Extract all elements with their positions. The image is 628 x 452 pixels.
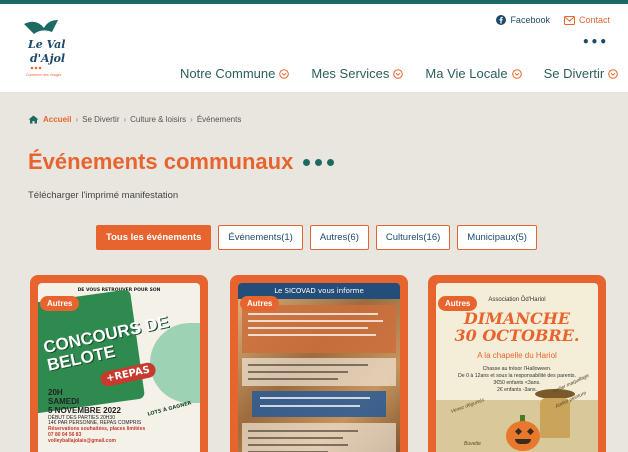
breadcrumb-item[interactable]: Culture & loisirs: [130, 115, 186, 124]
breadcrumb-separator: ›: [75, 115, 79, 124]
poster-info: 20H SAMEDI 5 NOVEMBRE 2022 DÉBUT DES PAR…: [48, 388, 146, 444]
breadcrumb: Accueil › Se Divertir › Culture & loisir…: [28, 115, 241, 124]
nav-item-ma-vie-locale[interactable]: Ma Vie Locale: [425, 66, 522, 81]
page-title: Événements communaux: [28, 149, 335, 175]
chevron-circle-icon: [279, 68, 290, 79]
filter-autres[interactable]: Autres(6): [309, 225, 369, 250]
home-icon[interactable]: [28, 115, 39, 124]
category-badge: Autres: [240, 296, 280, 311]
filter-evenements[interactable]: Événements(1): [218, 225, 303, 250]
filter-bar: Tous les événements Événements(1) Autres…: [96, 225, 537, 250]
nav-label: Notre Commune: [180, 66, 276, 81]
nav-label: Ma Vie Locale: [425, 66, 508, 81]
top-utility-bar: Facebook Contact: [496, 15, 610, 25]
category-badge: Autres: [40, 296, 80, 311]
nav-item-mes-services[interactable]: Mes Services: [311, 66, 404, 81]
filter-culturels[interactable]: Culturels(16): [375, 225, 451, 250]
more-menu-button[interactable]: •••: [582, 35, 608, 49]
contact-link[interactable]: Contact: [563, 15, 610, 25]
breadcrumb-separator: ›: [123, 115, 127, 124]
breadcrumb-home[interactable]: Accueil: [43, 115, 71, 124]
event-card[interactable]: DE VOUS RETROUVER POUR SON CONCOURS DE B…: [30, 275, 208, 452]
poster-place: A la chapelle du Hariol: [477, 351, 557, 360]
site-header: Le Val d'Ajol Commune des Vosges Faceboo…: [0, 4, 628, 92]
pumpkin-illustration: [506, 421, 540, 451]
facebook-link[interactable]: Facebook: [496, 15, 550, 25]
site-logo[interactable]: Le Val d'Ajol Commune des Vosges: [22, 16, 80, 80]
chevron-circle-icon: [511, 68, 522, 79]
poster-headline: DIMANCHE 30 OCTOBRE.: [454, 309, 580, 345]
main-nav: Notre Commune Mes Services Ma Vie Locale…: [180, 66, 619, 81]
logo-text-top: Le Val: [27, 38, 65, 51]
category-badge: Autres: [438, 296, 478, 311]
poster-lots: LOTS À GAGNER: [146, 400, 193, 418]
breadcrumb-item[interactable]: Se Divertir: [82, 115, 119, 124]
logo-text-mid: d'Ajol: [30, 52, 65, 65]
title-dots-decoration: [303, 158, 335, 166]
page-title-text: Événements communaux: [28, 149, 294, 174]
nav-label: Mes Services: [311, 66, 390, 81]
filter-all[interactable]: Tous les événements: [96, 225, 212, 250]
facebook-icon: [496, 15, 507, 25]
filter-municipaux[interactable]: Municipaux(5): [457, 225, 537, 250]
event-card[interactable]: Association Ôd'Hariol DIMANCHE 30 OCTOBR…: [428, 275, 606, 452]
mail-icon: [563, 15, 575, 25]
logo-subtitle: Commune des Vosges: [26, 73, 61, 77]
facebook-label: Facebook: [510, 15, 550, 25]
chevron-circle-icon: [608, 68, 619, 79]
contact-label: Contact: [578, 15, 610, 25]
nav-label: Se Divertir: [543, 66, 605, 81]
breadcrumb-separator: ›: [190, 115, 193, 124]
main-content: Accueil › Se Divertir › Culture & loisir…: [0, 92, 628, 452]
breadcrumb-item-current: Événements: [196, 115, 242, 124]
nav-item-notre-commune[interactable]: Notre Commune: [180, 66, 290, 81]
nav-item-se-divertir[interactable]: Se Divertir: [544, 66, 619, 81]
download-form-link[interactable]: Télécharger l'imprimé manifestation: [28, 190, 178, 201]
event-card[interactable]: Le SICOVAD vous informe Autres: [230, 275, 408, 452]
chevron-circle-icon: [393, 68, 404, 79]
